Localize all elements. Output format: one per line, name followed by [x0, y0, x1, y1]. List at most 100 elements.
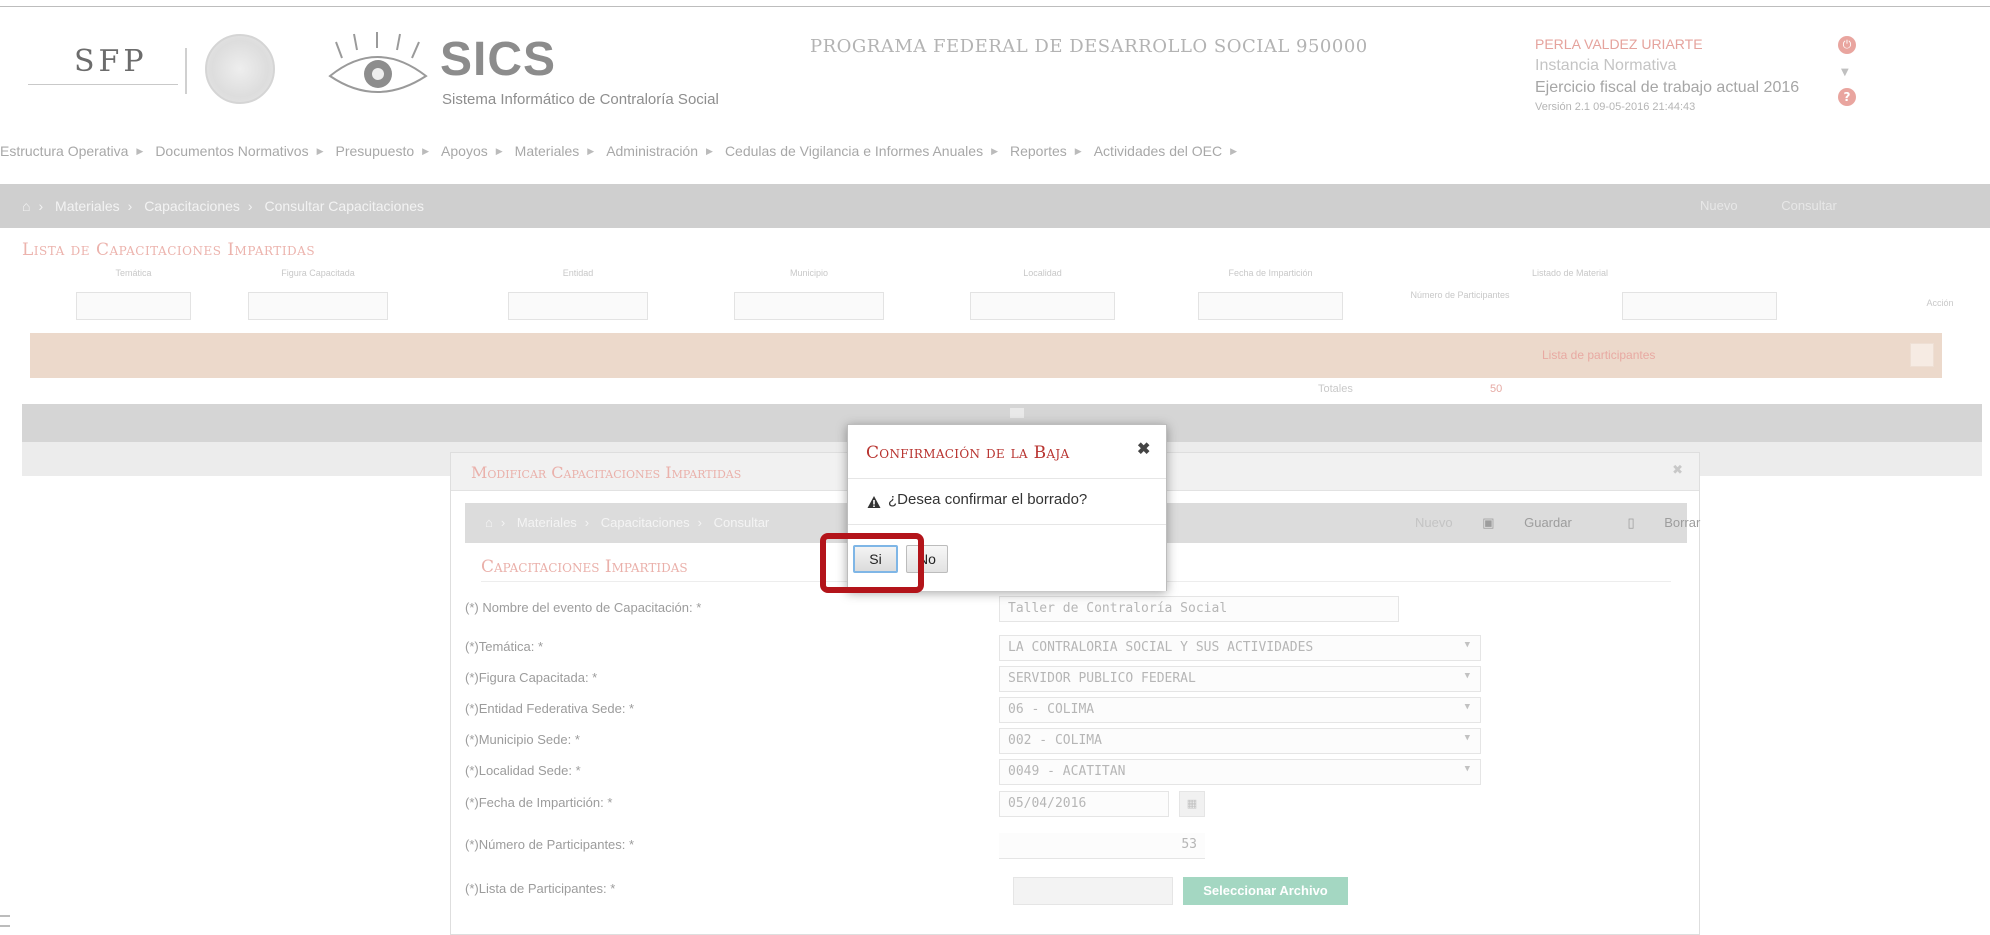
menu-documentos-normativos[interactable]: Documentos Normativos ▶: [155, 143, 323, 159]
menu-actividades-oec[interactable]: Actividades del OEC ▶: [1094, 143, 1237, 159]
filter-input[interactable]: [248, 292, 388, 320]
delete-button[interactable]: ▯ Borrar: [1627, 515, 1726, 530]
form-row-entidad: (*)Entidad Federativa Sede: * 06 - COLIM…: [465, 697, 1713, 723]
home-icon[interactable]: ⌂: [485, 515, 493, 530]
form-row-localidad: (*)Localidad Sede: * 0049 - ACATITAN ▼: [465, 759, 1713, 785]
crumb-sep: ›: [697, 515, 702, 530]
highlight-box: [820, 533, 924, 593]
breadcrumb-item: Consultar: [713, 515, 770, 530]
select-value: LA CONTRALORIA SOCIAL Y SUS ACTIVIDADES: [1008, 640, 1314, 655]
menu-apoyos[interactable]: Apoyos ▶: [441, 143, 503, 159]
chevron-down-icon: ▼: [1464, 640, 1470, 650]
filter-material[interactable]: Listado de Material: [1532, 268, 1777, 332]
column-participantes: Número de Participantes: [1410, 268, 1510, 332]
field-label: (*) Nombre del evento de Capacitación: *: [465, 600, 702, 615]
filter-input[interactable]: [734, 292, 884, 320]
fecha-input[interactable]: 05/04/2016: [999, 791, 1169, 817]
breadcrumb-bar: ⌂ › Materiales › Capacitaciones › Consultar…: [0, 184, 1990, 228]
pager-indicator[interactable]: [1010, 408, 1024, 418]
caret-icon: ▶: [422, 145, 430, 156]
caret-icon: ▶: [706, 145, 713, 156]
menu-label: Administración: [606, 143, 699, 159]
filter-figura[interactable]: Figura Capacitada: [248, 268, 388, 332]
filter-tematica[interactable]: Temática: [76, 268, 191, 332]
totals-value: 50: [1490, 383, 1503, 395]
table-row[interactable]: Lista de participantes: [30, 333, 1942, 378]
chevron-down-icon: ▼: [1464, 764, 1470, 774]
filter-localidad[interactable]: Localidad: [970, 268, 1115, 332]
filter-input[interactable]: [1198, 292, 1343, 320]
menu-administracion[interactable]: Administración ▶: [606, 143, 713, 159]
modify-tools: Nuevo ▣ Guardar ▯ Borrar: [1415, 515, 1752, 531]
filter-input[interactable]: [508, 292, 648, 320]
field-label: (*)Localidad Sede: *: [465, 763, 581, 778]
caret-icon: ▶: [1230, 145, 1238, 156]
breadcrumb-item[interactable]: Capacitaciones: [144, 198, 240, 214]
figura-select[interactable]: SERVIDOR PUBLICO FEDERAL ▼: [999, 666, 1481, 692]
column-header: Acción: [1926, 298, 1954, 308]
menu-label: Apoyos: [441, 143, 488, 159]
municipio-select[interactable]: 002 - COLIMA ▼: [999, 728, 1481, 754]
chevron-down-icon: ▼: [1464, 733, 1470, 743]
filter-input[interactable]: [970, 292, 1115, 320]
chevron-down-icon: ▼: [1464, 671, 1470, 681]
list-title: Lista de Capacitaciones Impartidas: [22, 240, 316, 260]
chevron-down-icon[interactable]: ▼: [1841, 68, 1853, 78]
caret-icon: ▶: [136, 145, 144, 156]
section-title: Capacitaciones Impartidas: [481, 557, 688, 577]
select-value: SERVIDOR PUBLICO FEDERAL: [1008, 671, 1196, 686]
field-label: (*)Figura Capacitada: *: [465, 670, 598, 685]
top-border: [0, 6, 1990, 7]
filter-municipio[interactable]: Municipio: [734, 268, 884, 332]
close-icon[interactable]: ✖: [1137, 439, 1150, 459]
breadcrumb: ⌂ › Materiales › Capacitaciones › Consultar…: [22, 198, 432, 214]
menu-cedulas[interactable]: Cedulas de Vigilancia e Informes Anuales…: [725, 143, 998, 159]
consult-button[interactable]: Consultar: [1781, 198, 1837, 213]
new-button[interactable]: Nuevo: [1700, 198, 1738, 213]
event-name-input[interactable]: Taller de Contraloría Social: [999, 596, 1399, 622]
breadcrumb-item[interactable]: Capacitaciones: [601, 515, 690, 530]
menu-reportes[interactable]: Reportes ▶: [1010, 143, 1082, 159]
calendar-icon[interactable]: ▦: [1179, 791, 1205, 817]
save-icon: ▣: [1482, 515, 1499, 530]
menu-label: Documentos Normativos: [155, 143, 309, 159]
filter-input[interactable]: [76, 292, 191, 320]
version-info: Versión 2.1 09-05-2016 21:44:43: [1535, 101, 1696, 113]
left-edge-mark: [0, 915, 10, 927]
confirm-dialog-header: Confirmación de la Baja ✖: [848, 425, 1166, 479]
power-icon[interactable]: ⏻: [1838, 36, 1856, 54]
filter-fecha[interactable]: Fecha de Impartición: [1198, 268, 1343, 332]
column-header: Número de Participantes: [1410, 290, 1510, 300]
menu-estructura-operativa[interactable]: Estructura Operativa ▶: [0, 143, 143, 159]
new-button[interactable]: Nuevo: [1415, 515, 1453, 530]
field-label: (*)Lista de Participantes: *: [465, 881, 616, 896]
participants-list-link[interactable]: Lista de participantes: [1542, 348, 1655, 362]
save-button[interactable]: ▣ Guardar: [1482, 515, 1598, 530]
form-row-participantes: (*)Número de Participantes: * 53: [465, 833, 1713, 859]
entidad-select[interactable]: 06 - COLIMA ▼: [999, 697, 1481, 723]
select-file-button[interactable]: Seleccionar Archivo: [1183, 877, 1348, 905]
menu-presupuesto[interactable]: Presupuesto ▶: [336, 143, 430, 159]
confirm-dialog-title: Confirmación de la Baja: [866, 443, 1070, 463]
confirm-message: ¿Desea confirmar el borrado?: [888, 491, 1088, 508]
select-value: 06 - COLIMA: [1008, 702, 1095, 717]
localidad-select[interactable]: 0049 - ACATITAN ▼: [999, 759, 1481, 785]
tematica-select[interactable]: LA CONTRALORIA SOCIAL Y SUS ACTIVIDADES ▼: [999, 635, 1481, 661]
close-icon[interactable]: ✖: [1672, 463, 1683, 478]
breadcrumb-item[interactable]: Materiales: [55, 198, 120, 214]
eye-logo-icon: [328, 32, 428, 93]
filter-input[interactable]: [1622, 292, 1777, 320]
menu-materiales[interactable]: Materiales ▶: [515, 143, 595, 159]
column-header: Localidad: [1023, 268, 1062, 278]
home-icon[interactable]: ⌂: [22, 198, 30, 214]
caret-icon: ▶: [495, 145, 503, 156]
breadcrumb-item[interactable]: Materiales: [517, 515, 577, 530]
crumb-sep: ›: [584, 515, 590, 530]
edit-icon[interactable]: [1910, 343, 1934, 367]
form-row-fecha: (*)Fecha de Impartición: * 05/04/2016 ▦: [465, 791, 1713, 817]
logo-separator: [185, 48, 187, 94]
breadcrumb-item: Consultar Capacitaciones: [264, 198, 425, 214]
filter-entidad[interactable]: Entidad: [508, 268, 648, 332]
participants-count-input[interactable]: 53: [999, 833, 1205, 859]
help-icon[interactable]: ?: [1838, 88, 1856, 106]
